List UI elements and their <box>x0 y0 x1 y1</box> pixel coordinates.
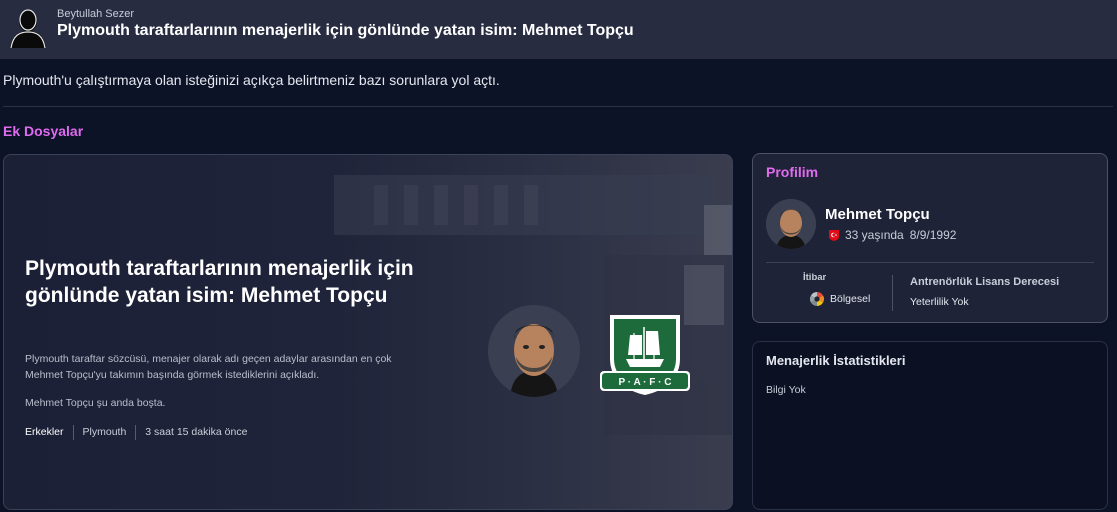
reputation-label: İtibar <box>803 272 827 283</box>
crest-lettering: P · A · F · C <box>619 377 672 388</box>
plymouth-argyle-crest[interactable]: P · A · F · C <box>600 311 690 397</box>
attachments-heading: Ek Dosyalar <box>3 123 84 139</box>
news-tags: Erkekler Plymouth 3 saat 15 dakika önce <box>25 425 256 440</box>
stats-empty-text: Bilgi Yok <box>766 384 806 396</box>
news-description: Plymouth taraftar sözcüsü, menajer olara… <box>25 353 392 381</box>
divider <box>766 262 1094 263</box>
sender-avatar[interactable] <box>8 4 48 48</box>
news-attachment-card[interactable]: Plymouth taraftarlarının menajerlik için… <box>3 154 733 510</box>
reputation-icon <box>810 292 824 306</box>
profile-name[interactable]: Mehmet Topçu <box>825 206 930 223</box>
reputation-text: Bölgesel <box>830 293 871 305</box>
tag-time: 3 saat 15 dakika önce <box>135 425 256 440</box>
manager-stats-card: Menajerlik İstatistikleri Bilgi Yok <box>752 341 1108 510</box>
tag-gender[interactable]: Erkekler <box>25 425 73 440</box>
profile-age: 33 yaşında <box>845 228 904 242</box>
news-title: Plymouth taraftarlarının menajerlik için… <box>25 257 414 307</box>
profile-card: Profilim Mehmet Topçu 33 yaşında 8/9/199… <box>752 153 1108 323</box>
reputation-value: Bölgesel <box>809 291 870 307</box>
license-label: Antrenörlük Lisans Derecesi <box>910 276 1060 288</box>
license-value: Yeterlilik Yok <box>910 296 969 308</box>
news-status: Mehmet Topçu şu anda boşta. <box>25 397 166 409</box>
message-title: Plymouth taraftarlarının menajerlik için… <box>57 22 634 39</box>
message-header: Beytullah Sezer Plymouth taraftarlarının… <box>0 0 1117 59</box>
manager-portrait[interactable] <box>488 305 580 397</box>
stats-heading: Menajerlik İstatistikleri <box>766 353 906 368</box>
divider <box>3 106 1113 107</box>
profile-avatar[interactable] <box>766 199 816 249</box>
profile-heading: Profilim <box>766 164 819 180</box>
turkey-flag-icon <box>829 229 839 241</box>
sender-name[interactable]: Beytullah Sezer <box>57 8 134 20</box>
tag-club[interactable]: Plymouth <box>72 425 136 440</box>
profile-dob: 8/9/1992 <box>909 228 957 242</box>
message-body: Plymouth'u çalıştırmaya olan isteğinizi … <box>3 72 500 88</box>
profile-meta: 33 yaşında 8/9/1992 <box>829 228 956 242</box>
divider <box>892 275 893 311</box>
